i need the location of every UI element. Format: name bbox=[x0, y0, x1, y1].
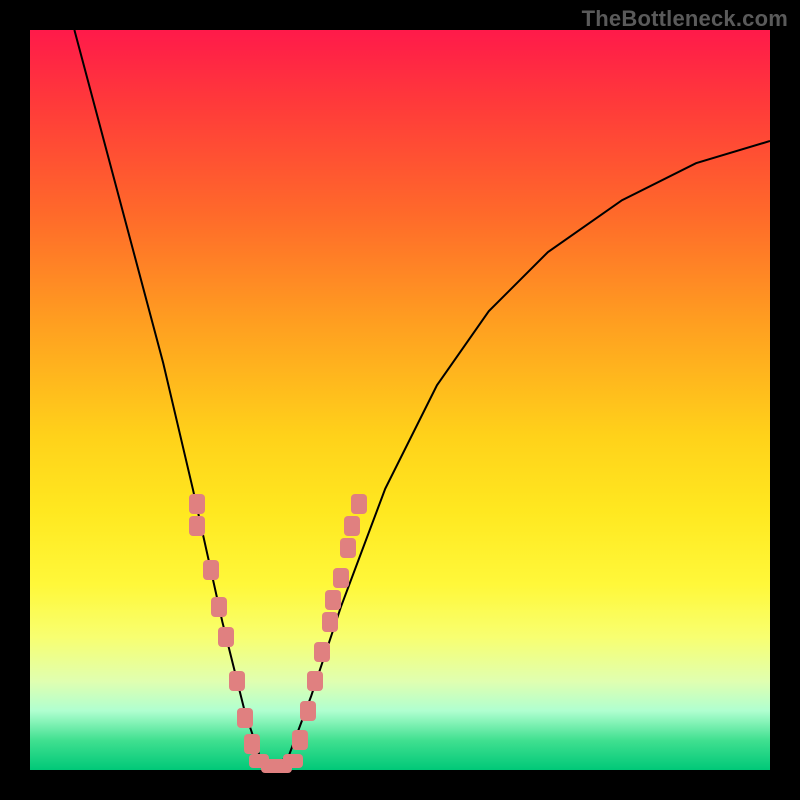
data-marker bbox=[333, 568, 349, 588]
data-marker bbox=[244, 734, 260, 754]
data-marker bbox=[322, 612, 338, 632]
data-marker bbox=[340, 538, 356, 558]
plot-area bbox=[30, 30, 770, 770]
data-marker bbox=[218, 627, 234, 647]
data-marker bbox=[292, 730, 308, 750]
data-marker bbox=[300, 701, 316, 721]
chart-frame: TheBottleneck.com bbox=[0, 0, 800, 800]
watermark-text: TheBottleneck.com bbox=[582, 6, 788, 32]
data-marker bbox=[344, 516, 360, 536]
data-marker bbox=[189, 494, 205, 514]
bottleneck-curve bbox=[30, 30, 770, 770]
data-marker bbox=[237, 708, 253, 728]
data-marker bbox=[314, 642, 330, 662]
data-marker bbox=[229, 671, 245, 691]
data-marker bbox=[325, 590, 341, 610]
data-marker bbox=[203, 560, 219, 580]
data-marker bbox=[351, 494, 367, 514]
data-marker bbox=[307, 671, 323, 691]
data-marker bbox=[189, 516, 205, 536]
data-marker bbox=[283, 754, 303, 768]
data-marker bbox=[211, 597, 227, 617]
